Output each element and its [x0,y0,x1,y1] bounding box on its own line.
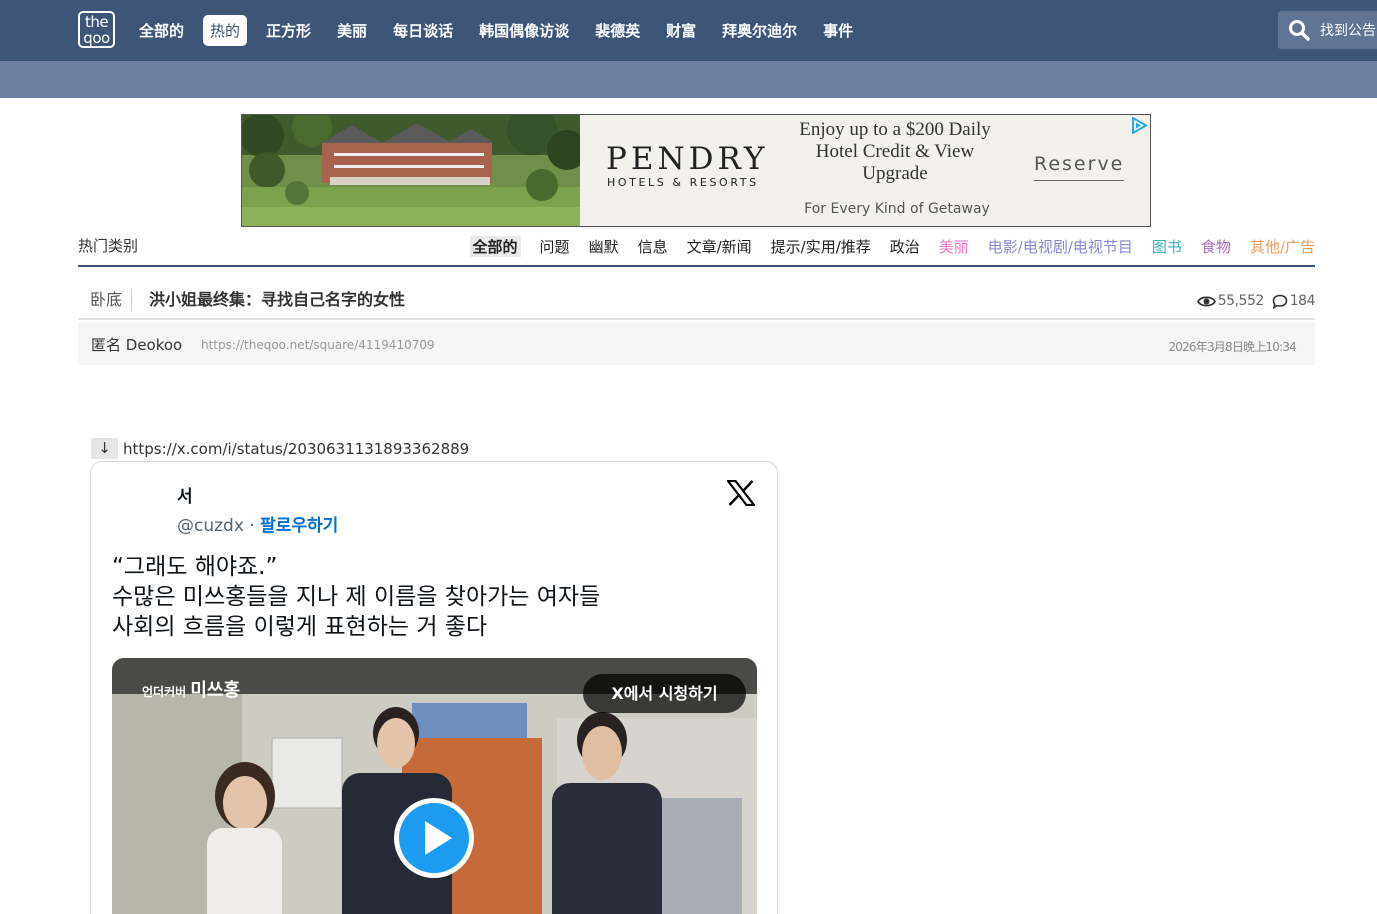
tweet-handle[interactable]: @cuzdx · [177,516,260,536]
category-tab-tips[interactable]: 提示/实用/推荐 [771,236,871,257]
menu-item-deokyoung[interactable]: 裴德英 [588,15,647,46]
x-logo-icon[interactable] [727,480,755,506]
category-divider [78,265,1315,267]
tweet-video[interactable]: 언더커버 미쓰홍 X에서 시청하기 [112,658,757,914]
menu-item-all[interactable]: 全部的 [132,15,191,46]
video-caption-small: 언더커버 [142,685,187,699]
tweet-text: “그래도 해야죠.” 수많은 미쓰홍들을 지나 제 이름을 찾아가는 여자들 사… [112,552,752,642]
category-tab-news[interactable]: 文章/新闻 [687,236,752,257]
post-author: 匿名 Deokoo [91,336,183,354]
top-navigation: the qoo 全部的 热的 正方形 美丽 每日谈话 韩国偶像访谈 裴德英 财富… [0,0,1377,61]
post-meta-row: 匿名 Deokoo https://theqoo.net/square/4119… [78,322,1315,365]
main-menu: 全部的 热的 正方形 美丽 每日谈话 韩国偶像访谈 裴德英 财富 拜奥尔迪尔 事… [132,14,872,46]
tweet-embed[interactable]: 서 @cuzdx · 팔로우하기 “그래도 해야죠.” 수많은 미쓰홍들을 지나… [90,461,778,914]
watch-on-x-button[interactable]: X에서 시청하기 [583,674,746,713]
search-box[interactable]: 找到公告 [1278,11,1377,49]
post-board-name[interactable]: 卧底 [90,289,133,311]
menu-item-daily-talk[interactable]: 每日谈话 [386,15,460,46]
tweet-line: 수많은 미쓰홍들을 지나 제 이름을 찾아가는 여자들 [112,584,601,610]
comment-count: 184 [1289,293,1316,309]
ad-choices-icon[interactable] [1130,117,1148,134]
play-icon[interactable] [392,796,476,880]
ad-brand-subtitle: HOTELS & RESORTS [607,176,759,189]
advertisement-banner[interactable]: PENDRY HOTELS & RESORTS Enjoy up to a $2… [241,114,1151,227]
tweet-follow-button[interactable]: 팔로우하기 [260,516,338,536]
view-count: 55,552 [1217,293,1265,309]
search-icon [1289,20,1310,41]
post-stats: 55,552 184 [1196,293,1316,309]
category-tab-all[interactable]: 全部的 [469,236,521,257]
category-tab-movies-tv[interactable]: 电影/电视剧/电视节目 [988,236,1133,257]
logo-text-top: the [84,13,109,31]
embedded-link-row: ↓ https://x.com/i/status/203063113189336… [91,438,469,459]
menu-item-beauty[interactable]: 美丽 [330,15,374,46]
menu-item-hot[interactable]: 热的 [203,14,248,46]
video-caption-title: 미쓰홍 [190,680,241,701]
category-tab-issue[interactable]: 问题 [540,236,570,257]
category-tab-politics[interactable]: 政治 [890,236,920,257]
post-permalink[interactable]: https://theqoo.net/square/4119410709 [201,338,435,352]
theqoo-logo[interactable]: the qoo [78,11,115,48]
ad-brand: PENDRY [606,141,769,177]
post-date: 2026年3月8日晚上10:34 [1168,340,1296,354]
category-tab-books[interactable]: 图书 [1152,236,1182,257]
ad-tagline: For Every Kind of Getaway [804,201,990,217]
category-title: 热门类别 [78,237,139,255]
menu-item-event[interactable]: 事件 [816,15,860,46]
search-placeholder: 找到公告 [1320,23,1376,39]
menu-item-square[interactable]: 正方形 [259,15,318,46]
category-tab-humor[interactable]: 幽默 [589,236,619,257]
category-tab-food[interactable]: 食物 [1201,236,1231,257]
tweet-author-name[interactable]: 서 [177,482,193,507]
tweet-line: 사회의 흐름을 이렇게 표현하는 거 좋다 [112,614,488,640]
ad-reserve-button[interactable]: Reserve [1034,153,1125,181]
video-caption: 언더커버 미쓰홍 [142,676,240,702]
category-tab-info[interactable]: 信息 [638,236,668,257]
tweet-line: “그래도 해야죠.” [112,554,278,580]
menu-item-baeoldil[interactable]: 拜奥尔迪尔 [715,15,804,46]
menu-item-kpop-talk[interactable]: 韩国偶像访谈 [472,15,576,46]
menu-item-wealth[interactable]: 财富 [659,15,703,46]
arrow-down-icon[interactable]: ↓ [91,438,118,459]
tweet-handle-line: @cuzdx · 팔로우하기 [177,511,338,536]
eye-icon [1196,295,1216,307]
category-tab-beauty[interactable]: 美丽 [939,236,969,257]
ad-headline: Enjoy up to a $200 Daily Hotel Credit & … [799,119,991,184]
post-title-row: 卧底 洪小姐最终集：寻找自己名字的女性 55,552 184 [78,282,1316,320]
logo-text-bottom: qoo [83,29,110,47]
category-tab-other-ads[interactable]: 其他/广告 [1250,236,1315,257]
embedded-link[interactable]: https://x.com/i/status/20306311318933628… [123,440,469,458]
post-title: 洪小姐最终集：寻找自己名字的女性 [149,290,406,309]
sub-navigation-bar [0,61,1377,98]
hotel-photo [242,115,580,226]
category-tabs: 全部的 问题 幽默 信息 文章/新闻 提示/实用/推荐 政治 美丽 电影/电视剧… [451,236,1315,257]
comment-icon [1272,294,1288,309]
